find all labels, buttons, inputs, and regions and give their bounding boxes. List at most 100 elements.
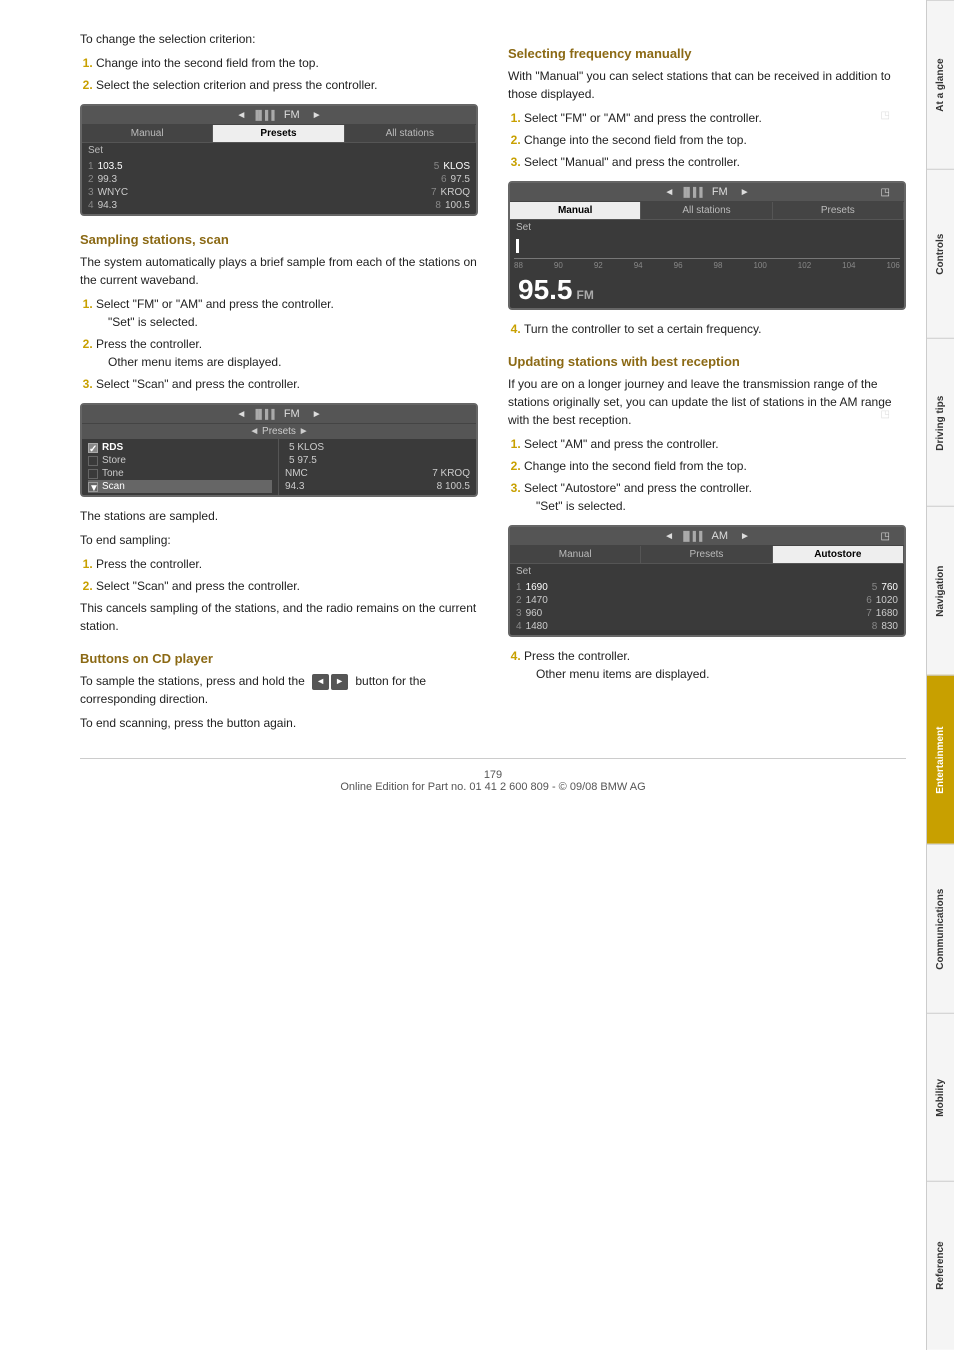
screen-header-2: ◄ ▐▌▌▌ FM ► ◳ [82,405,476,424]
screen-set-3: Set [510,220,904,235]
tab-presets-4[interactable]: Presets [641,546,772,563]
right-column: Selecting frequency manually With "Manua… [508,30,906,738]
sampling-title: Sampling stations, scan [80,232,478,247]
am-row-1: 11690 5760 [516,581,898,594]
left-column: To change the selection criterion: Chang… [80,30,478,738]
step-2: Select the selection criterion and press… [96,76,478,94]
sel-step-2: Change into the second field from the to… [524,131,906,149]
band-label-1: FM [284,109,300,121]
screen-header-3: ◄ ▐▌▌▌ FM ► ◳ [510,183,904,202]
sel-step-1: Select "FM" or "AM" and press the contro… [524,109,906,127]
cd-text3: To end scanning, press the button again. [80,714,478,732]
initial-steps: Change into the second field from the to… [80,54,478,94]
big-frequency: 95.5 FM [510,272,904,308]
cancel-note: This cancels sampling of the stations, a… [80,599,478,635]
am-row-2: 21470 61020 [516,594,898,607]
cursor-area [510,235,904,256]
page-footer: 179 Online Edition for Part no. 01 41 2 … [80,758,906,793]
radio-screen-1: ◄ ▐▌▌▌ FM ► ◳ Manual Presets All station… [80,104,478,216]
tab-manual-3[interactable]: Manual [510,202,641,219]
tab-entertainment[interactable]: Entertainment [927,675,954,844]
updating-steps: Select "AM" and press the controller. Ch… [508,435,906,515]
station-row-4: 494.3 8100.5 [88,199,470,212]
screen-stations-4: 11690 5760 21470 61020 3960 71680 41480 … [510,579,904,635]
screen-tabs-1: Manual Presets All stations [82,125,476,143]
menu-store: Store [88,454,272,467]
page-number: 179 [484,769,502,781]
step4-item: Turn the controller to set a certain fre… [524,320,906,338]
screen-set-4: Set [510,564,904,579]
step4b-item: Press the controller. Other menu items a… [524,647,906,683]
s2-row-4: 94.38 100.5 [285,480,470,493]
sampling-steps: Select "FM" or "AM" and press the contro… [80,295,478,393]
upd-step-2: Change into the second field from the to… [524,457,906,475]
cd-prev-btn[interactable]: ◄ [312,674,329,690]
band-label-3: FM [712,186,728,198]
two-col-layout: To change the selection criterion: Chang… [80,30,906,738]
presets-bar: ◄ Presets ► [82,424,476,439]
right-tab-panel: At a glance Controls Driving tips Naviga… [926,0,954,1350]
cd-text: To sample the stations, press and hold t… [80,672,478,708]
s2-row-2: 5 97.5 [285,454,470,467]
scan-checkbox: ▼ [88,482,98,492]
band-label-4: AM [712,530,729,542]
intro-text: To change the selection criterion: [80,30,478,48]
step-1: Change into the second field from the to… [96,54,478,72]
tab-navigation[interactable]: Navigation [927,506,954,675]
cd-next-btn[interactable]: ► [331,674,348,690]
screen2-body: ✓ RDS Store Tone ▼ Sca [82,439,476,495]
screen-tabs-4: Manual Presets Autostore [510,546,904,564]
cd-title: Buttons on CD player [80,651,478,666]
tab-mobility[interactable]: Mobility [927,1013,954,1182]
tab-manual-1[interactable]: Manual [82,125,213,142]
updating-intro: If you are on a longer journey and leave… [508,375,906,429]
screen2-menu: ✓ RDS Store Tone ▼ Sca [82,439,279,495]
tab-controls[interactable]: Controls [927,169,954,338]
step4-list: Turn the controller to set a certain fre… [508,320,906,338]
station-row-1: 1103.5 5KLOS [88,160,470,173]
menu-tone: Tone [88,467,272,480]
tone-checkbox [88,469,98,479]
tab-reference[interactable]: Reference [927,1181,954,1350]
tab-at-a-glance[interactable]: At a glance [927,0,954,169]
end-step-1: Press the controller. [96,555,478,573]
footer-text: Online Edition for Part no. 01 41 2 600 … [340,781,645,793]
end-step-2: Select "Scan" and press the controller. [96,577,478,595]
station-row-2: 299.3 697.5 [88,173,470,186]
screen-tabs-3: Manual All stations Presets [510,202,904,220]
freq-scale-bar: 88 90 92 94 96 98 100 102 104 106 [510,256,904,272]
store-checkbox [88,456,98,466]
end-steps: Press the controller. Select "Scan" and … [80,555,478,595]
tab-allstations-1[interactable]: All stations [345,125,476,142]
cursor-indicator [516,239,519,253]
main-content: To change the selection criterion: Chang… [0,0,926,1350]
signal-bars: ▐▌▌▌ [252,110,278,120]
tab-allstations-3[interactable]: All stations [641,202,772,219]
radio-screen-4: ◄ ▐▌▌▌ AM ► ◳ Manual Presets Autostore S… [508,525,906,637]
tab-communications[interactable]: Communications [927,844,954,1013]
s2-row-3: NMC7 KROQ [285,467,470,480]
tab-presets-1[interactable]: Presets [213,125,344,142]
right-arrow-1: ► [312,110,322,121]
sampling-intro: The system automatically plays a brief s… [80,253,478,289]
screen-header-4: ◄ ▐▌▌▌ AM ► ◳ [510,527,904,546]
updating-title: Updating stations with best reception [508,354,906,369]
tab-manual-4[interactable]: Manual [510,546,641,563]
band-label-2: FM [284,408,300,420]
am-row-3: 3960 71680 [516,607,898,620]
tab-driving-tips[interactable]: Driving tips [927,338,954,507]
radio-screen-3: ◄ ▐▌▌▌ FM ► ◳ Manual All stations Preset… [508,181,906,310]
selecting-steps: Select "FM" or "AM" and press the contro… [508,109,906,171]
selecting-intro: With "Manual" you can select stations th… [508,67,906,103]
upd-step-1: Select "AM" and press the controller. [524,435,906,453]
s2-row-1: 5 KLOS [285,441,470,454]
tab-presets-3[interactable]: Presets [773,202,904,219]
tab-autostore-4[interactable]: Autostore [773,546,904,563]
sel-step-3: Select "Manual" and press the controller… [524,153,906,171]
screen-set-1: Set [82,143,476,158]
rds-checkbox: ✓ [88,443,98,453]
station-row-3: 3WNYC 7KROQ [88,186,470,199]
menu-scan[interactable]: ▼ Scan [88,480,272,493]
left-arrow-1: ◄ [236,110,246,121]
end-sampling-label: To end sampling: [80,531,478,549]
